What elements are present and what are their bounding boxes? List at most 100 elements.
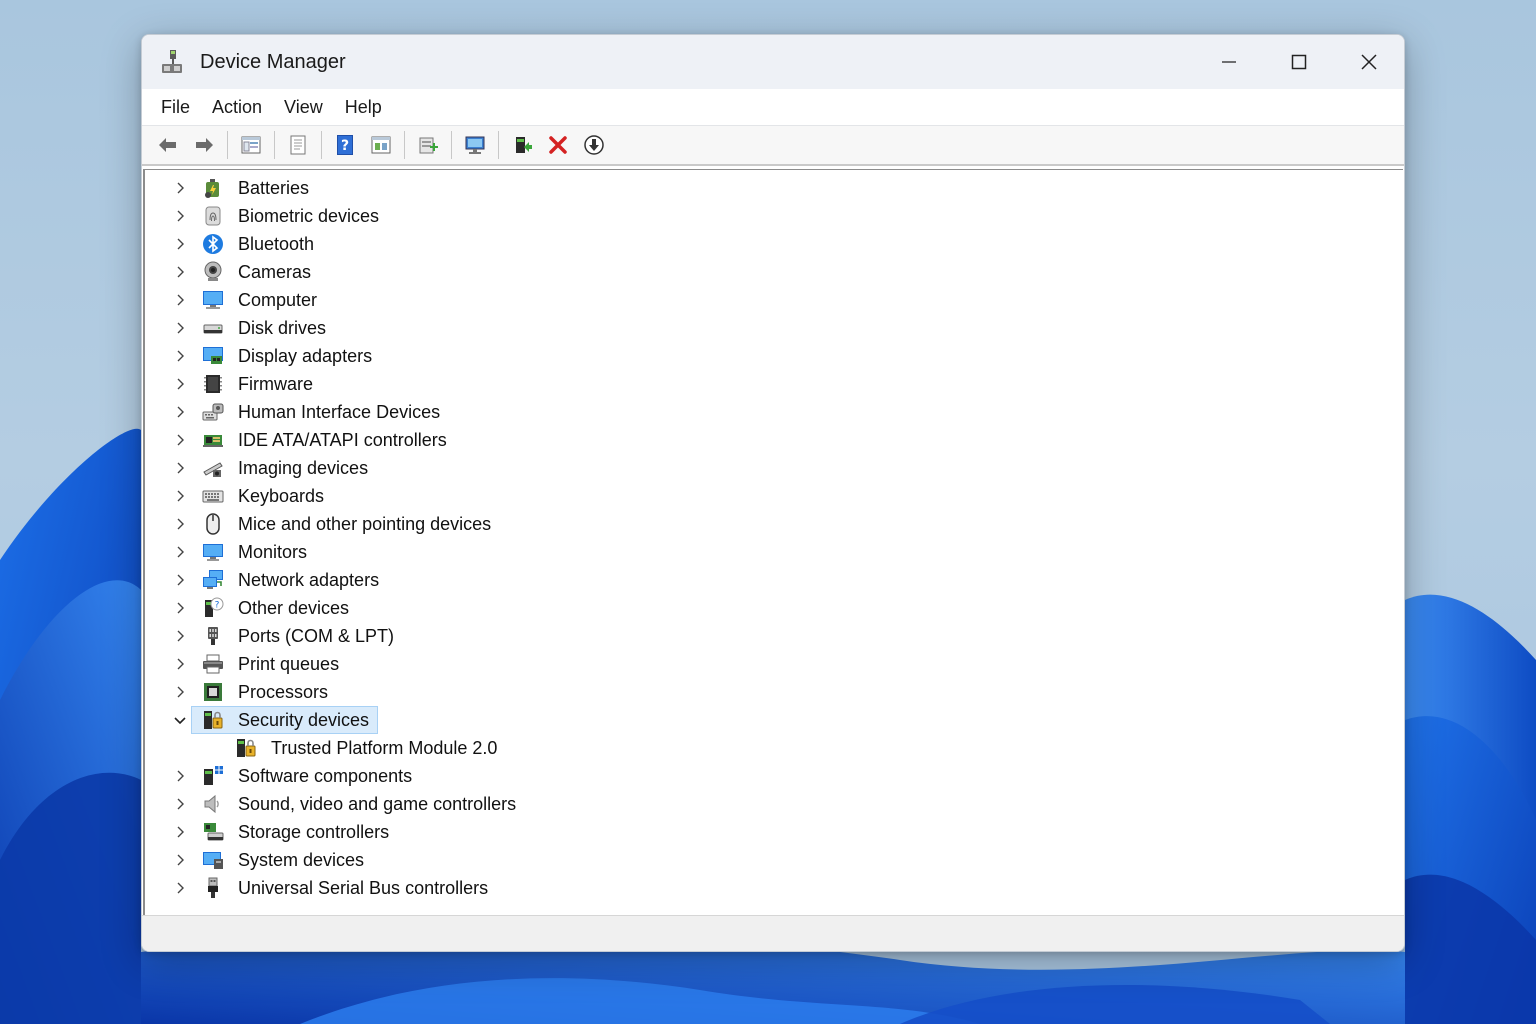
expand-toggle[interactable]	[169, 821, 191, 843]
tree-item-content[interactable]: Cameras	[191, 258, 320, 286]
toolbar-button-update-driver[interactable]	[410, 129, 446, 161]
tree-item[interactable]: Universal Serial Bus controllers	[145, 874, 1403, 902]
tree-item[interactable]: Human Interface Devices	[145, 398, 1403, 426]
tree-item-content[interactable]: Keyboards	[191, 482, 333, 510]
tree-item[interactable]: Display adapters	[145, 342, 1403, 370]
menu-help[interactable]: Help	[334, 93, 393, 122]
expand-toggle[interactable]	[169, 653, 191, 675]
close-button[interactable]	[1334, 35, 1404, 89]
expand-toggle[interactable]	[169, 317, 191, 339]
tree-item-content[interactable]: Display adapters	[191, 342, 381, 370]
tree-item-content[interactable]: System devices	[191, 846, 373, 874]
expand-toggle[interactable]	[169, 765, 191, 787]
expand-toggle[interactable]	[169, 849, 191, 871]
tree-item[interactable]: Disk drives	[145, 314, 1403, 342]
expand-toggle[interactable]	[169, 625, 191, 647]
tree-item[interactable]: Firmware	[145, 370, 1403, 398]
tree-item-content[interactable]: Imaging devices	[191, 454, 377, 482]
tree-item-content[interactable]: Biometric devices	[191, 202, 388, 230]
menu-action[interactable]: Action	[201, 93, 273, 122]
toolbar-button-driver-details[interactable]	[363, 129, 399, 161]
tree-item[interactable]: Sound, video and game controllers	[145, 790, 1403, 818]
toolbar-button-help[interactable]: ?	[327, 129, 363, 161]
tree-item-content[interactable]: Ports (COM & LPT)	[191, 622, 403, 650]
tree-item[interactable]: Print queues	[145, 650, 1403, 678]
tree-item[interactable]: Storage controllers	[145, 818, 1403, 846]
tree-item-content[interactable]: Security devices	[191, 706, 379, 734]
tree-item[interactable]: ? Other devices	[145, 594, 1403, 622]
menu-view[interactable]: View	[273, 93, 334, 122]
expand-toggle[interactable]	[169, 233, 191, 255]
tree-item[interactable]: Processors	[145, 678, 1403, 706]
tree-item-content[interactable]: IDE ATA/ATAPI controllers	[191, 426, 456, 454]
tree-item[interactable]: Cameras	[145, 258, 1403, 286]
tree-child-item[interactable]: Trusted Platform Module 2.0	[145, 734, 1403, 762]
toolbar-button-enable-device[interactable]	[504, 129, 540, 161]
tree-item-content[interactable]: Network adapters	[191, 566, 388, 594]
tpm-icon	[237, 739, 256, 757]
tree-item-content[interactable]: Print queues	[191, 650, 348, 678]
other-device-icon: ?	[205, 597, 224, 617]
expand-toggle[interactable]	[169, 401, 191, 423]
tree-item-content[interactable]: Software components	[191, 762, 421, 790]
tree-item[interactable]: Biometric devices	[145, 202, 1403, 230]
expand-toggle[interactable]	[169, 177, 191, 199]
expand-toggle[interactable]	[169, 681, 191, 703]
tree-item-label: Firmware	[238, 373, 313, 394]
tree-item-content[interactable]: Universal Serial Bus controllers	[191, 874, 497, 902]
tree-item-content[interactable]: Bluetooth	[191, 230, 323, 258]
toolbar-button-forward-arrow[interactable]	[186, 129, 222, 161]
tree-item[interactable]: Imaging devices	[145, 454, 1403, 482]
tree-item-content[interactable]: Firmware	[191, 370, 322, 398]
toolbar-button-back-arrow[interactable]	[150, 129, 186, 161]
tree-item[interactable]: IDE ATA/ATAPI controllers	[145, 426, 1403, 454]
tree-item[interactable]: Keyboards	[145, 482, 1403, 510]
expand-toggle[interactable]	[169, 513, 191, 535]
expand-toggle[interactable]	[169, 429, 191, 451]
tree-item-content[interactable]: ? Other devices	[191, 594, 358, 622]
expand-toggle[interactable]	[169, 569, 191, 591]
toolbar-button-disable-device[interactable]	[576, 129, 612, 161]
tree-item[interactable]: Computer	[145, 286, 1403, 314]
tree-item-content[interactable]: Monitors	[191, 538, 316, 566]
menu-file[interactable]: File	[150, 93, 201, 122]
tree-item-label: System devices	[238, 849, 365, 870]
tree-item-content[interactable]: Batteries	[191, 174, 318, 202]
toolbar-button-show-hide-console-tree[interactable]	[233, 129, 269, 161]
expand-toggle[interactable]	[169, 597, 191, 619]
expand-toggle[interactable]	[169, 261, 191, 283]
expand-toggle[interactable]	[169, 793, 191, 815]
expand-toggle[interactable]	[169, 289, 191, 311]
toolbar-button-scan-hardware[interactable]	[457, 129, 493, 161]
expand-toggle[interactable]	[169, 541, 191, 563]
expand-toggle[interactable]	[169, 877, 191, 899]
tree-item-content[interactable]: Computer	[191, 286, 326, 314]
tree-item[interactable]: Network adapters	[145, 566, 1403, 594]
tree-item[interactable]: Mice and other pointing devices	[145, 510, 1403, 538]
tree-item-content[interactable]: Processors	[191, 678, 337, 706]
title-bar[interactable]: Device Manager	[142, 35, 1404, 89]
tree-item-content[interactable]: Human Interface Devices	[191, 398, 449, 426]
close-icon	[1361, 54, 1377, 70]
expand-toggle[interactable]	[169, 205, 191, 227]
collapse-toggle[interactable]	[169, 709, 191, 731]
toolbar-button-properties[interactable]	[280, 129, 316, 161]
tree-item[interactable]: System devices	[145, 846, 1403, 874]
minimize-button[interactable]	[1194, 35, 1264, 89]
toolbar-button-uninstall-device[interactable]	[540, 129, 576, 161]
expand-toggle[interactable]	[169, 345, 191, 367]
maximize-button[interactable]	[1264, 35, 1334, 89]
tree-item-content[interactable]: Sound, video and game controllers	[191, 790, 525, 818]
expand-toggle[interactable]	[169, 457, 191, 479]
tree-item[interactable]: Batteries	[145, 174, 1403, 202]
tree-item-content[interactable]: Storage controllers	[191, 818, 398, 846]
tree-item[interactable]: Monitors	[145, 538, 1403, 566]
tree-item[interactable]: Ports (COM & LPT)	[145, 622, 1403, 650]
expand-toggle[interactable]	[169, 485, 191, 507]
tree-item[interactable]: Bluetooth	[145, 230, 1403, 258]
tree-item[interactable]: Software components	[145, 762, 1403, 790]
tree-item-content[interactable]: Disk drives	[191, 314, 335, 342]
expand-toggle[interactable]	[169, 373, 191, 395]
tree-item-content[interactable]: Mice and other pointing devices	[191, 510, 500, 538]
tree-item[interactable]: Security devices	[145, 706, 1403, 734]
